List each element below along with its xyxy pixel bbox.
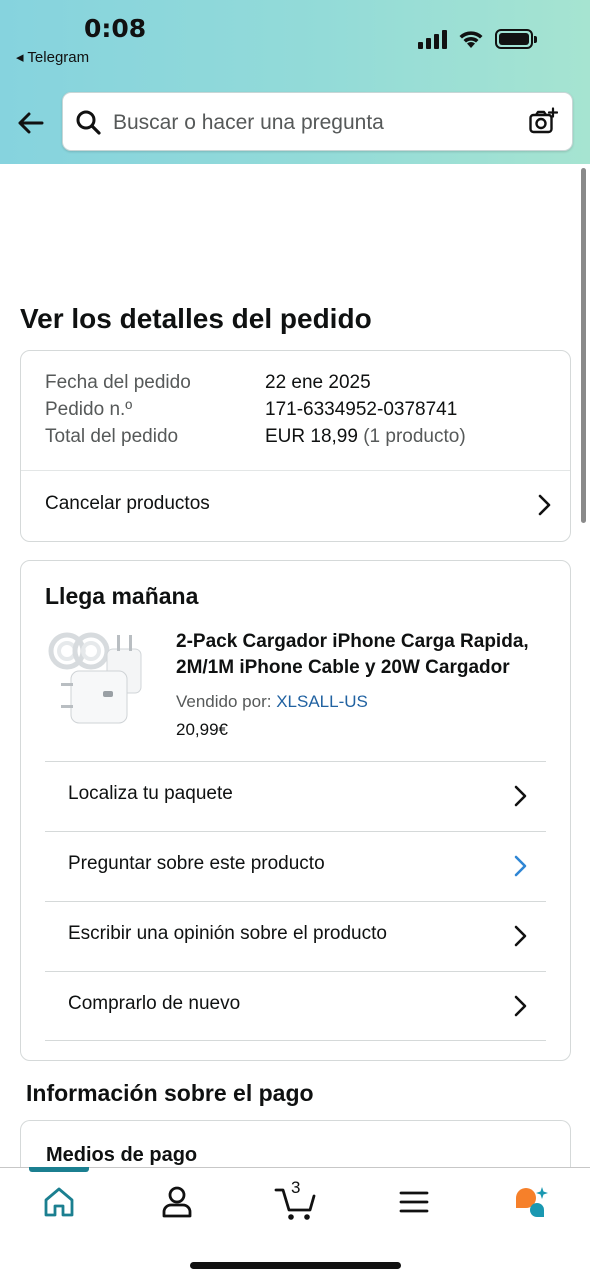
product-image[interactable] bbox=[45, 629, 155, 729]
payment-info-heading: Información sobre el pago bbox=[26, 1080, 314, 1106]
write-review-row[interactable]: Escribir una opinión sobre el producto bbox=[45, 901, 546, 971]
product-price: 20,99€ bbox=[176, 720, 228, 739]
header: 0:08 ◂ Telegram Buscar o hacer una pregu… bbox=[0, 0, 590, 164]
chevron-right-icon bbox=[514, 925, 527, 947]
status-icons bbox=[418, 28, 537, 50]
order-number-label: Pedido n.º bbox=[45, 399, 133, 420]
product-title[interactable]: 2-Pack Cargador iPhone Carga Rapida, 2M/… bbox=[176, 629, 546, 681]
cancel-products-label: Cancelar productos bbox=[45, 493, 210, 514]
order-total-row: Total del pedido EUR 18,99 (1 producto) bbox=[45, 426, 466, 448]
order-item-count: (1 producto) bbox=[363, 426, 466, 447]
search-placeholder: Buscar o hacer una pregunta bbox=[113, 111, 384, 134]
shipment-card: Llega mañana 2-Pack Cargador iPhone Carg… bbox=[20, 560, 571, 1061]
order-summary-card: Fecha del pedido 22 ene 2025 Pedido n.º … bbox=[20, 350, 571, 542]
ask-about-product-label: Preguntar sobre este producto bbox=[68, 853, 325, 874]
order-total-value: EUR 18,99 bbox=[265, 426, 358, 447]
battery-icon bbox=[495, 29, 537, 49]
chevron-right-icon bbox=[538, 494, 551, 516]
track-package-row[interactable]: Localiza tu paquete bbox=[45, 761, 546, 831]
cancel-products-row[interactable]: Cancelar productos bbox=[21, 471, 570, 541]
back-to-app-link[interactable]: ◂ Telegram bbox=[16, 48, 89, 66]
search-input[interactable]: Buscar o hacer una pregunta bbox=[62, 92, 573, 151]
cellular-signal-icon bbox=[418, 29, 447, 49]
home-indicator[interactable] bbox=[190, 1262, 401, 1269]
delivery-status-heading: Llega mañana bbox=[45, 583, 199, 609]
rufus-icon[interactable] bbox=[512, 1184, 548, 1220]
menu-icon[interactable] bbox=[396, 1184, 432, 1220]
order-date-label: Fecha del pedido bbox=[45, 372, 191, 393]
search-icon bbox=[76, 110, 101, 135]
order-number-row: Pedido n.º 171-6334952-0378741 bbox=[45, 399, 457, 421]
sold-by-label: Vendido por: bbox=[176, 692, 272, 711]
scrollbar[interactable] bbox=[581, 168, 586, 523]
back-arrow-icon[interactable] bbox=[14, 106, 48, 140]
order-date-value: 22 ene 2025 bbox=[265, 372, 371, 393]
cart-button[interactable]: 3 bbox=[274, 1178, 318, 1220]
order-total-value-wrap: EUR 18,99 (1 producto) bbox=[265, 426, 466, 448]
seller-link[interactable]: XLSALL-US bbox=[276, 692, 368, 711]
status-time: 0:08 bbox=[84, 14, 147, 43]
person-icon[interactable] bbox=[159, 1184, 195, 1220]
order-date-row: Fecha del pedido 22 ene 2025 bbox=[45, 372, 371, 394]
home-icon[interactable] bbox=[41, 1184, 77, 1220]
payment-methods-label: Medios de pago bbox=[46, 1144, 198, 1166]
wifi-icon bbox=[459, 31, 483, 48]
write-review-label: Escribir una opinión sobre el producto bbox=[68, 923, 387, 944]
buy-again-label: Comprarlo de nuevo bbox=[68, 993, 241, 1014]
chevron-right-icon bbox=[514, 855, 527, 877]
active-tab-indicator bbox=[29, 1167, 89, 1172]
order-number-value: 171-6334952-0378741 bbox=[265, 399, 458, 420]
order-total-label: Total del pedido bbox=[45, 426, 179, 447]
chevron-right-icon bbox=[514, 995, 527, 1017]
track-package-label: Localiza tu paquete bbox=[68, 783, 233, 804]
chevron-right-icon bbox=[514, 785, 527, 807]
cart-count-badge: 3 bbox=[291, 1178, 301, 1197]
buy-again-row[interactable]: Comprarlo de nuevo bbox=[45, 971, 546, 1041]
ask-about-product-row[interactable]: Preguntar sobre este producto bbox=[45, 831, 546, 901]
sold-by: Vendido por: XLSALL-US bbox=[176, 692, 368, 712]
page-title: Ver los detalles del pedido bbox=[20, 303, 372, 334]
camera-search-icon[interactable] bbox=[528, 107, 558, 137]
